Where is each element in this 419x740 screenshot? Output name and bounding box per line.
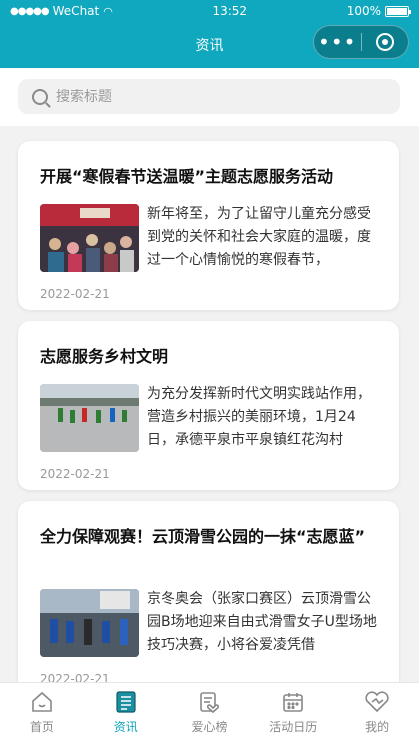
home-icon: [29, 689, 55, 715]
article-title: 全力保障观赛！云顶滑雪公园的一抹“志愿蓝”: [40, 527, 366, 546]
article-thumbnail: [40, 384, 139, 452]
target-close-icon: [375, 33, 394, 51]
tab-label: 爱心榜: [191, 720, 228, 734]
tab-label: 我的: [365, 720, 390, 734]
calendar-icon: [280, 689, 306, 715]
status-bar: ●●●●● WeChat ◠ 13:52 100%: [0, 0, 419, 22]
tab-label: 资讯: [113, 720, 138, 734]
article-date: 2022-02-21: [40, 287, 110, 301]
article-date: 2022-02-21: [40, 467, 110, 481]
article-summary: 京冬奥会（张家口赛区）云顶滑雪公园B场地迎来自由式滑雪女子U型场地技巧决赛，小将…: [147, 591, 377, 653]
article-card[interactable]: 全力保障观赛！云顶滑雪公园的一抹“志愿蓝” 京冬奥会（张家口赛区）云顶滑雪公园B…: [18, 501, 399, 701]
wifi-icon: ◠: [103, 4, 113, 18]
battery-icon: [385, 5, 411, 17]
bottom-tab-bar: 首页 资讯 爱心榜 活动日历 我的: [0, 682, 419, 740]
article-title: 开展“寒假春节送温暖”主题志愿服务活动: [40, 167, 334, 186]
tab-profile[interactable]: 我的: [335, 683, 419, 740]
search-icon: [32, 88, 48, 105]
search-section: [0, 68, 419, 126]
article-thumbnail: [40, 589, 139, 657]
more-dots-icon[interactable]: •••: [314, 27, 361, 57]
tab-calendar[interactable]: 活动日历: [251, 683, 335, 740]
status-time: 13:52: [212, 4, 248, 18]
article-title: 志愿服务乡村文明: [40, 347, 169, 366]
article-card[interactable]: 开展“寒假春节送温暖”主题志愿服务活动 新年将至，为了让留守儿童充分感受到党的关…: [18, 141, 399, 310]
signal-icon: ●●●●●: [10, 5, 50, 17]
search-input[interactable]: [56, 88, 356, 105]
heart-profile-icon: [364, 689, 390, 715]
tab-label: 首页: [29, 720, 54, 734]
news-icon: [113, 689, 139, 715]
article-summary: 为充分发挥新时代文明实践站作用，营造乡村振兴的美丽环境，1月24日，承德平泉市平…: [147, 386, 371, 448]
tab-label: 活动日历: [269, 720, 318, 734]
carrier-label: WeChat: [52, 4, 100, 18]
tab-news[interactable]: 资讯: [84, 683, 168, 740]
love-list-icon: [196, 689, 222, 715]
capsule-close-button[interactable]: [362, 33, 409, 51]
search-bar[interactable]: [18, 79, 400, 114]
top-bar: ●●●●● WeChat ◠ 13:52 100% 资讯 •••: [0, 0, 419, 68]
tab-love-list[interactable]: 爱心榜: [168, 683, 252, 740]
miniprogram-capsule: •••: [313, 25, 409, 59]
tab-home[interactable]: 首页: [0, 683, 84, 740]
article-thumbnail: [40, 204, 139, 272]
article-card[interactable]: 志愿服务乡村文明 为充分发挥新时代文明实践站作用，营造乡村振兴的美丽环境，1月2…: [18, 321, 399, 490]
article-summary: 新年将至，为了让留守儿童充分感受到党的关怀和社会大家庭的温暖，度过一个心情愉悦的…: [147, 206, 371, 268]
battery-label: 100%: [346, 4, 381, 18]
